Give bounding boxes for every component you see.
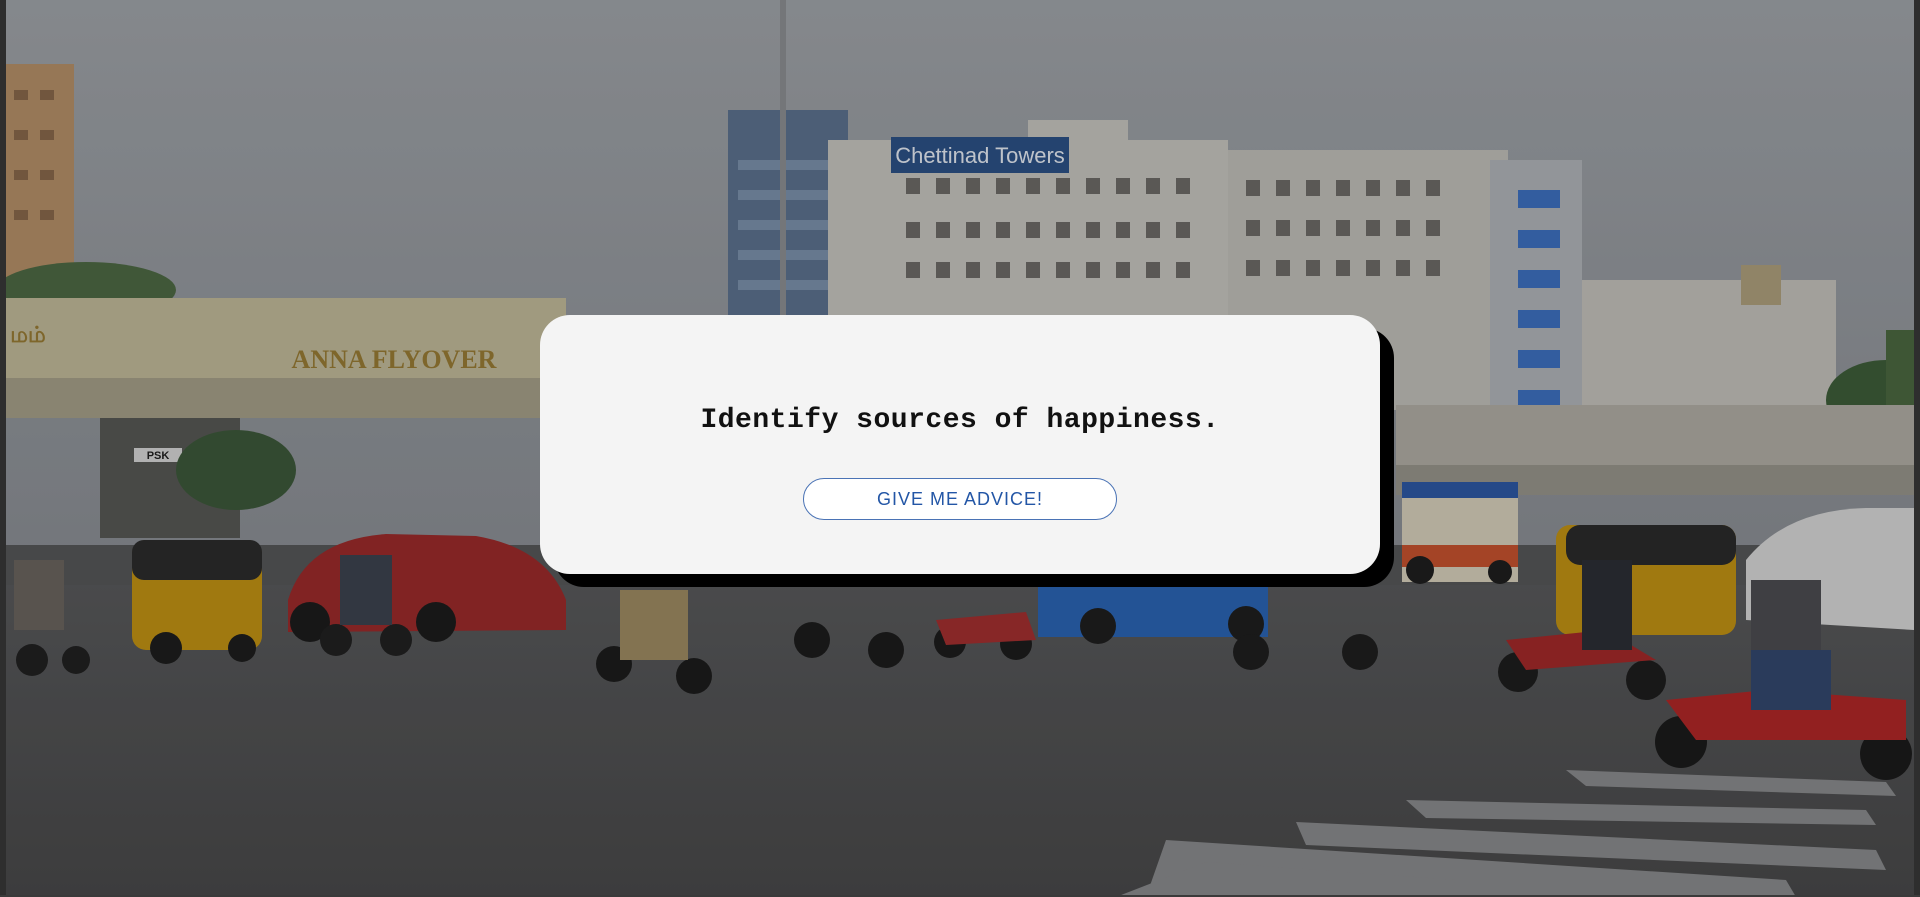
advice-text: Identify sources of happiness. [700,405,1220,436]
advice-card: Identify sources of happiness. GIVE ME A… [540,315,1380,574]
right-edge-bar [1914,0,1920,897]
give-advice-button[interactable]: GIVE ME ADVICE! [803,478,1117,520]
app-stage: Chettinad Towers ANNA FLYOVER மம் PSK Id… [0,0,1920,897]
left-edge-bar [0,0,6,897]
